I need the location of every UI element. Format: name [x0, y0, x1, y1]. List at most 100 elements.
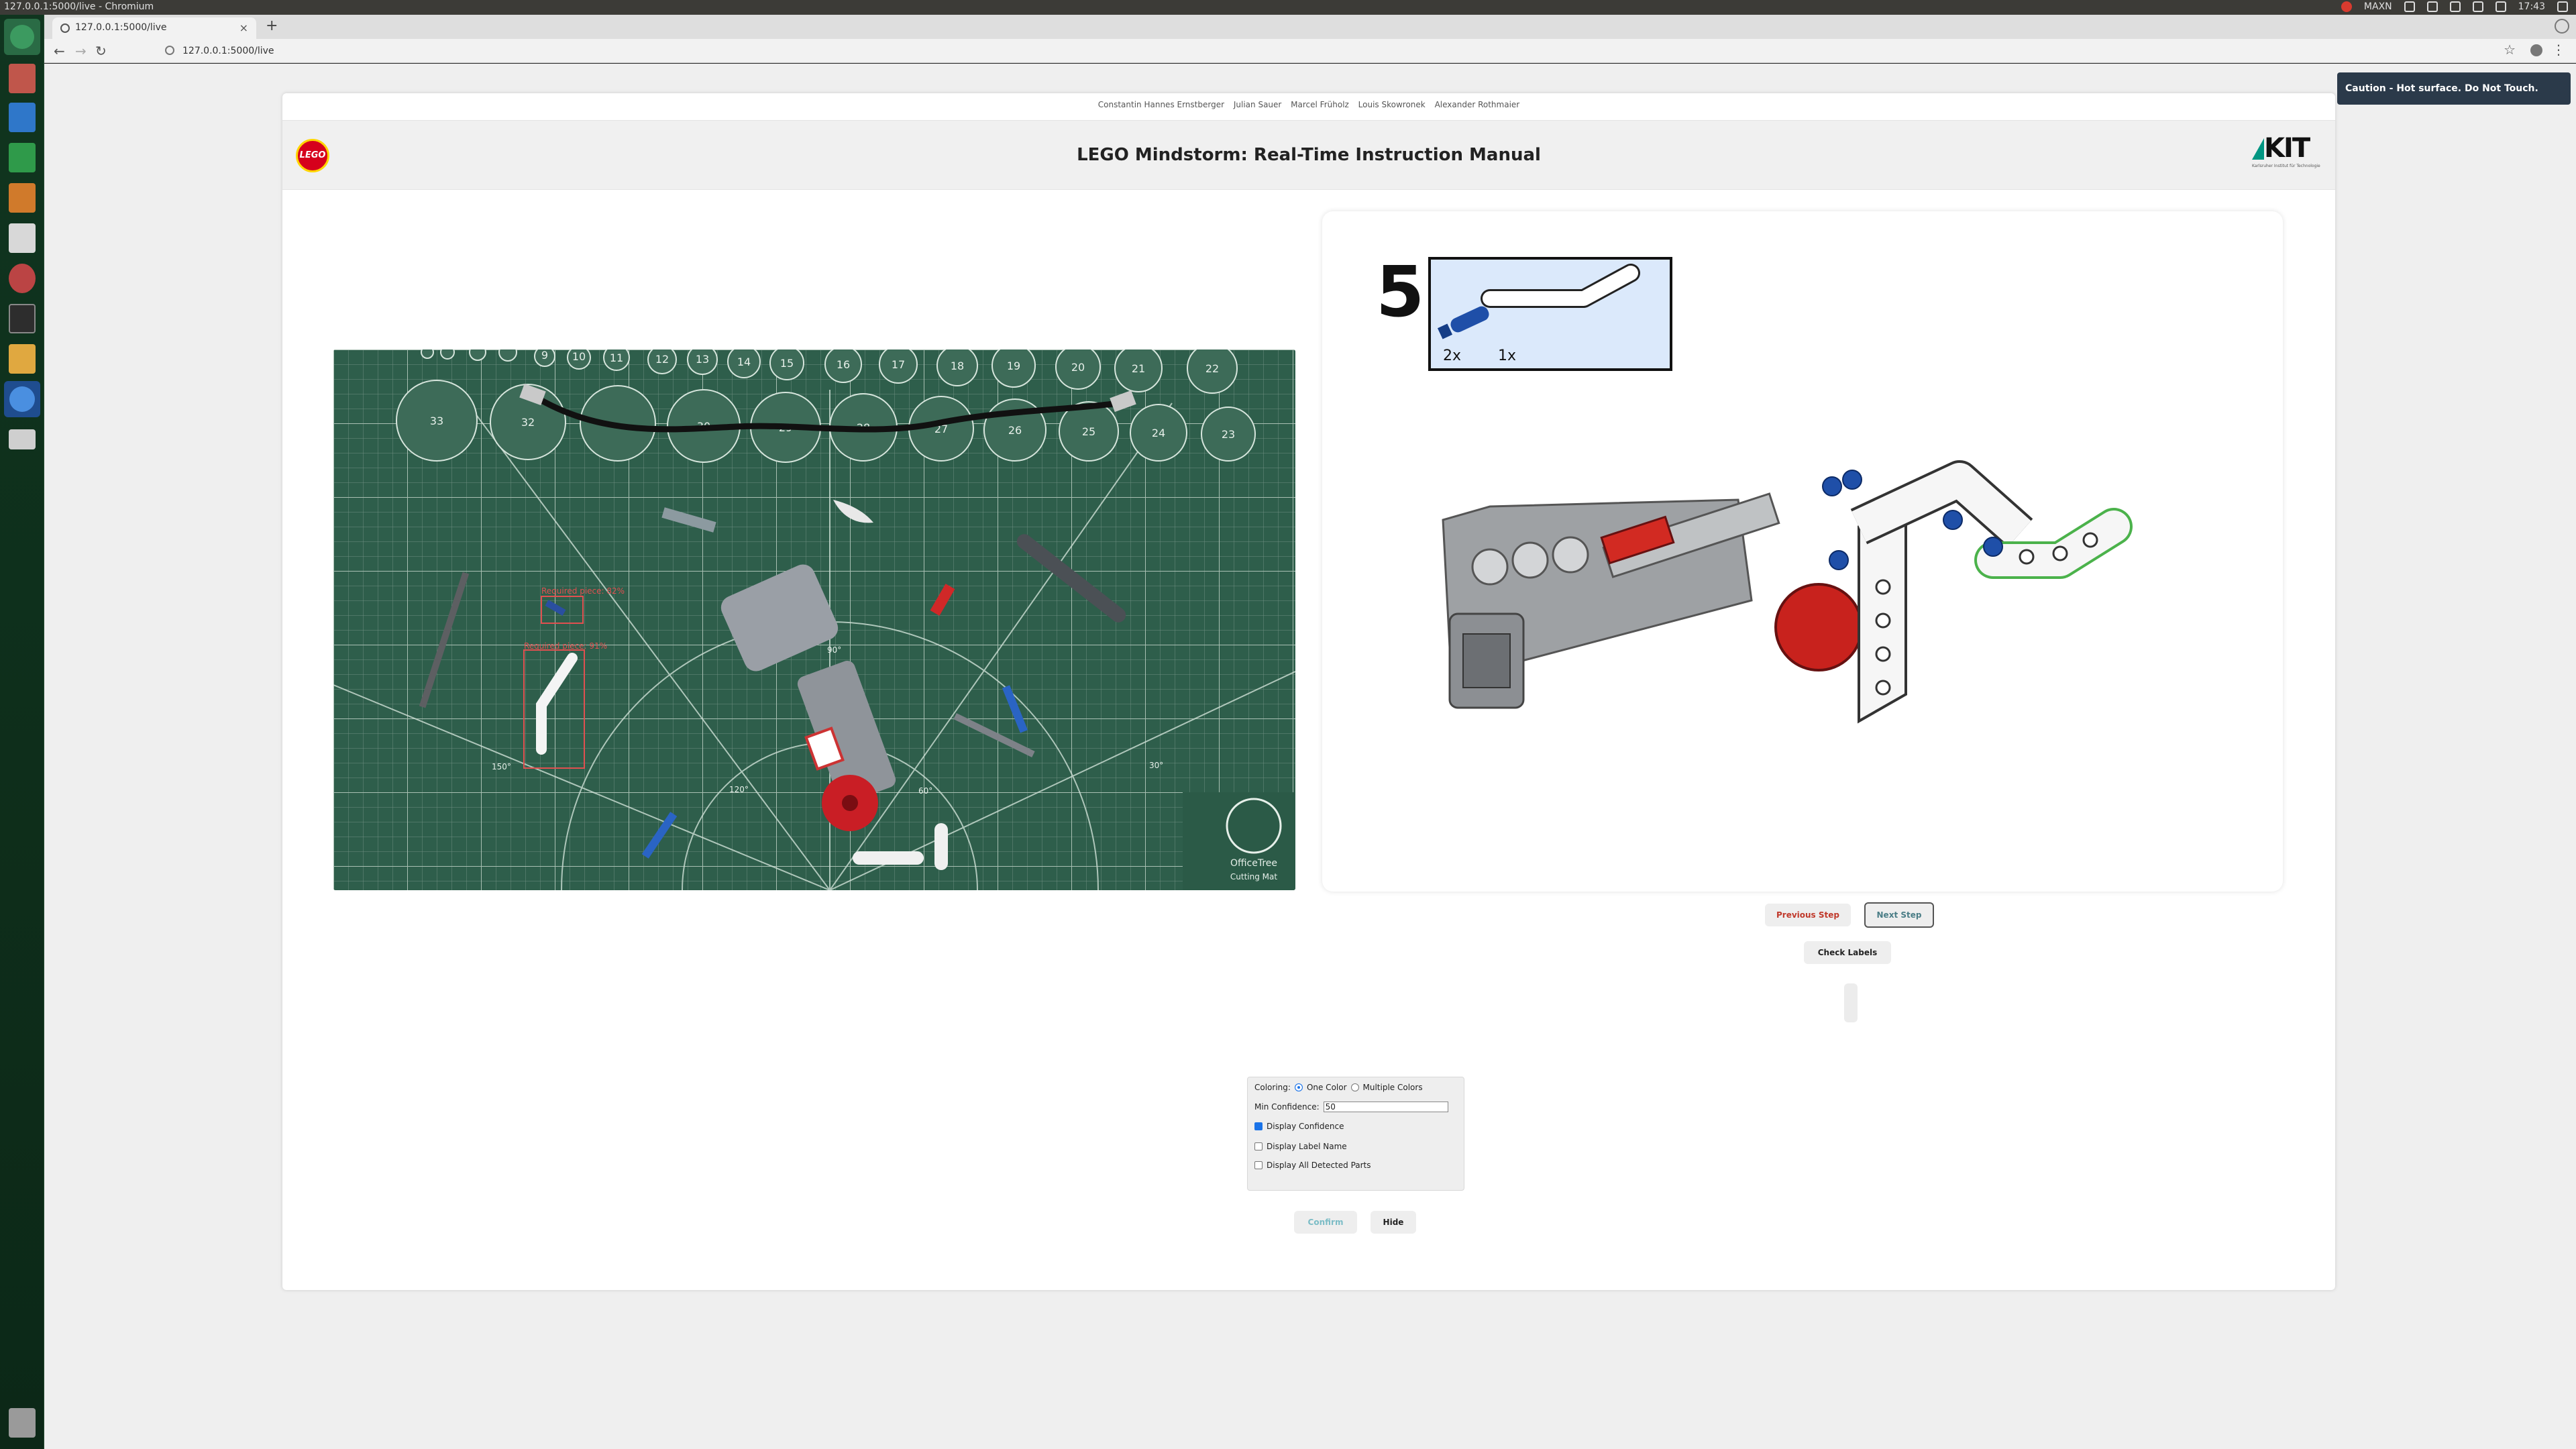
mat-number: 33 [430, 415, 443, 427]
reload-icon[interactable]: ↻ [95, 43, 107, 59]
radio-one-color-label[interactable]: One Color [1307, 1083, 1347, 1092]
forward-icon[interactable]: → [75, 43, 87, 59]
volume-icon[interactable] [2495, 1, 2506, 12]
author: Constantin Hannes Ernstberger [1097, 100, 1225, 109]
instruction-diagram: 5 2x 1x [1376, 251, 2133, 724]
mat-number: 13 [696, 353, 709, 366]
confirm-button[interactable]: Confirm [1294, 1211, 1357, 1234]
live-camera-view: 9 10 11 12 13 14 15 16 17 18 19 20 21 22… [333, 350, 1295, 890]
keyboard-icon[interactable] [2472, 1, 2483, 12]
mat-number: 25 [1082, 425, 1095, 438]
display-all-parts-label[interactable]: Display All Detected Parts [1267, 1161, 1371, 1170]
launcher-impress-icon[interactable] [4, 180, 40, 216]
angle-label: 120° [729, 785, 749, 794]
instruction-panel: 5 2x 1x [1322, 211, 2283, 892]
mat-number: 32 [521, 416, 535, 429]
mat-number: 21 [1132, 362, 1145, 375]
mat-number: 12 [655, 353, 669, 366]
app-launcher [0, 15, 44, 1449]
url-text[interactable]: 127.0.0.1:5000/live [182, 46, 274, 56]
tab-bar: 127.0.0.1:5000/live × + [44, 15, 2576, 39]
launcher-trash-icon[interactable] [4, 1405, 40, 1441]
check-labels-button[interactable]: Check Labels [1804, 941, 1891, 964]
browser-toolbar: ← → ↻ 127.0.0.1:5000/live ☆ ⋮ [44, 39, 2576, 63]
display-confidence-checkbox[interactable] [1254, 1122, 1263, 1130]
window-close-icon[interactable] [2555, 19, 2569, 34]
page-header: LEGO LEGO Mindstorm: Real-Time Instructi… [282, 120, 2335, 190]
launcher-files-icon[interactable] [4, 60, 40, 97]
system-top-bar: 127.0.0.1:5000/live - Chromium MAXN 17:4… [0, 0, 2576, 15]
address-bar[interactable]: 127.0.0.1:5000/live [111, 42, 2526, 60]
next-step-button[interactable]: Next Step [1864, 902, 1934, 928]
mat-number: 17 [892, 358, 905, 371]
previous-step-button[interactable]: Previous Step [1765, 904, 1851, 926]
mat-number: 19 [1007, 360, 1020, 372]
network-icon[interactable] [2404, 1, 2415, 12]
launcher-calc-icon[interactable] [4, 140, 40, 176]
tab-favicon-icon [60, 23, 70, 33]
tab-close-icon[interactable]: × [239, 21, 248, 34]
bluetooth-icon[interactable] [2426, 1, 2438, 12]
display-label-name-label[interactable]: Display Label Name [1267, 1142, 1347, 1151]
launcher-editor-icon[interactable] [4, 341, 40, 377]
radio-one-color[interactable] [1294, 1083, 1303, 1091]
caution-toast[interactable]: Caution - Hot surface. Do Not Touch. [2337, 72, 2571, 105]
mat-number: 26 [1008, 424, 1022, 437]
author: Alexander Rothmaier [1434, 100, 1520, 109]
step-number: 5 [1376, 251, 1424, 333]
window-title: 127.0.0.1:5000/live - Chromium [4, 1, 154, 12]
camera-feed: 9 10 11 12 13 14 15 16 17 18 19 20 21 22… [333, 350, 1295, 890]
hide-button[interactable]: Hide [1371, 1211, 1416, 1234]
display-label-name-checkbox[interactable] [1254, 1142, 1263, 1150]
site-info-icon[interactable] [165, 46, 174, 55]
model-render [1442, 460, 2133, 724]
browser-menu-icon[interactable]: ⋮ [2552, 42, 2565, 58]
angle-label: 90° [827, 645, 841, 655]
radio-multiple-colors-label[interactable]: Multiple Colors [1363, 1083, 1423, 1092]
mat-brand: OfficeTree Cutting Mat [1183, 792, 1295, 890]
launcher-software-icon[interactable] [4, 220, 40, 256]
launcher-settings-icon[interactable] [4, 260, 40, 297]
mat-number: 9 [541, 350, 548, 362]
white-beam-part [934, 823, 948, 870]
settings-gear-icon[interactable] [2557, 1, 2568, 12]
system-tray: MAXN 17:43 [2341, 1, 2568, 12]
launcher-chromium-icon[interactable] [4, 381, 40, 417]
main-card: Constantin Hannes Ernstberger Julian Sau… [282, 93, 2335, 1290]
author: Julian Sauer [1233, 100, 1282, 109]
part-qty: 1x [1498, 347, 1516, 364]
launcher-drive-icon[interactable] [4, 421, 40, 458]
mail-icon[interactable] [2449, 1, 2461, 12]
author: Louis Skowronek [1358, 100, 1426, 109]
mat-number: 24 [1152, 427, 1165, 439]
angle-label: 30° [1149, 761, 1163, 770]
min-confidence-label: Min Confidence: [1254, 1102, 1320, 1112]
mat-number: 16 [837, 358, 850, 371]
launcher-terminal-icon[interactable] [4, 301, 40, 337]
mat-number: 20 [1071, 361, 1085, 374]
tray-user[interactable]: MAXN [2364, 1, 2392, 12]
mat-number: 10 [572, 350, 586, 363]
detection-label: Required piece: 91% [524, 641, 607, 651]
author: Marcel Früholz [1291, 100, 1349, 109]
page-viewport: Constantin Hannes Ernstberger Julian Sau… [44, 64, 2576, 1449]
min-confidence-input[interactable]: 50 [1323, 1102, 1448, 1112]
tab-title: 127.0.0.1:5000/live [75, 22, 167, 33]
new-tab-icon[interactable]: + [266, 17, 278, 34]
display-all-parts-checkbox[interactable] [1254, 1161, 1263, 1169]
launcher-writer-icon[interactable] [4, 99, 40, 136]
angle-label: 150° [492, 762, 511, 771]
part-qty: 2x [1443, 347, 1461, 364]
radio-multiple-colors[interactable] [1350, 1083, 1359, 1091]
page-title: LEGO Mindstorm: Real-Time Instruction Ma… [1077, 145, 1541, 165]
update-icon[interactable] [2341, 1, 2352, 12]
clock[interactable]: 17:43 [2518, 1, 2545, 12]
launcher-home-icon[interactable] [4, 19, 40, 55]
profile-icon[interactable] [2530, 44, 2542, 56]
authors-line: Constantin Hannes Ernstberger Julian Sau… [282, 100, 2335, 109]
bookmark-star-icon[interactable]: ☆ [2504, 42, 2516, 58]
back-icon[interactable]: ← [54, 43, 65, 59]
brand-sub: Cutting Mat [1230, 872, 1277, 881]
display-confidence-label[interactable]: Display Confidence [1267, 1122, 1344, 1131]
browser-tab[interactable]: 127.0.0.1:5000/live × [52, 17, 256, 39]
